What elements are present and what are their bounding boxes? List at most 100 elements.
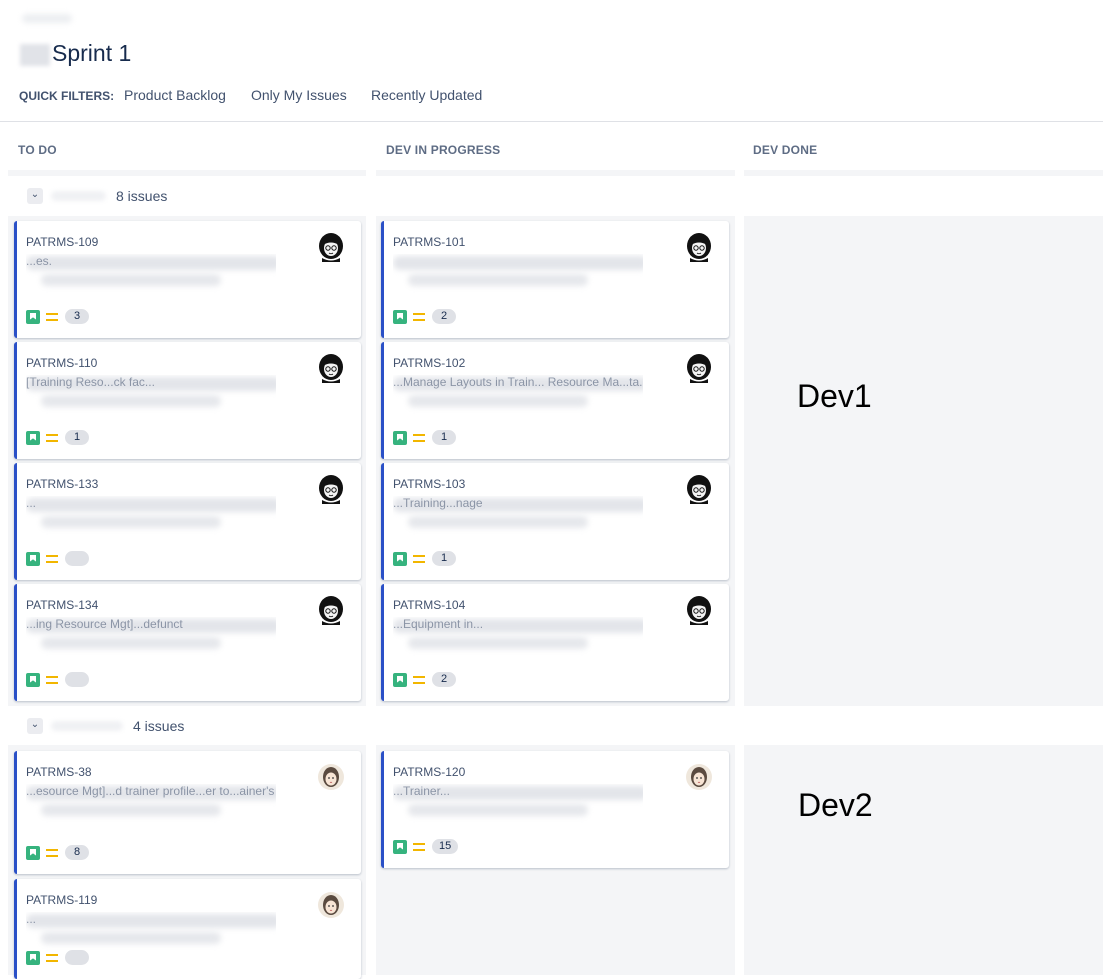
redacted-summary <box>41 932 221 944</box>
swimlane-header-1[interactable]: ⌄ 8 issues <box>27 188 167 204</box>
filter-only-my-issues[interactable]: Only My Issues <box>251 87 347 103</box>
issue-key[interactable]: PATRMS-38 <box>26 765 92 779</box>
dark-avatar-icon[interactable] <box>318 474 344 504</box>
priority-medium-icon <box>413 433 425 442</box>
redacted-summary <box>26 256 276 270</box>
redacted-summary <box>408 637 588 649</box>
redacted-summary <box>26 498 276 512</box>
issue-key[interactable]: PATRMS-120 <box>393 765 465 779</box>
issue-key[interactable]: PATRMS-133 <box>26 477 98 491</box>
issue-summary: ...Trainer... <box>393 784 643 829</box>
issue-key[interactable]: PATRMS-119 <box>26 893 97 907</box>
card-footer <box>26 950 89 965</box>
story-icon <box>393 551 407 566</box>
priority-medium-icon <box>413 554 425 563</box>
light-avatar-icon[interactable] <box>686 762 712 792</box>
card-footer <box>26 672 89 687</box>
header-divider <box>0 121 1103 122</box>
issue-key[interactable]: PATRMS-134 <box>26 598 98 612</box>
priority-medium-icon <box>46 848 58 857</box>
issue-summary: ...ing Resource Mgt]...defunct <box>26 617 276 662</box>
story-points-badge: 8 <box>65 845 89 860</box>
story-points-badge: 1 <box>432 430 456 445</box>
issue-key[interactable]: PATRMS-104 <box>393 598 465 612</box>
story-icon <box>393 309 407 324</box>
card-footer: 1 <box>393 430 456 445</box>
issue-key[interactable]: PATRMS-103 <box>393 477 465 491</box>
card-footer <box>26 551 89 566</box>
story-icon <box>393 672 407 687</box>
swimlane-issue-count: 8 issues <box>116 188 168 204</box>
chevron-down-icon[interactable]: ⌄ <box>27 718 43 734</box>
issue-card[interactable]: PATRMS-102 ...Manage Layouts in Train...… <box>381 342 729 459</box>
dark-avatar-icon[interactable] <box>318 353 344 383</box>
dark-avatar-icon[interactable] <box>686 595 712 625</box>
issue-card[interactable]: PATRMS-119 ... <box>14 879 361 979</box>
redacted-summary <box>408 516 588 528</box>
story-icon <box>393 430 407 445</box>
story-icon <box>26 309 40 324</box>
issue-card[interactable]: PATRMS-104 ...Equipment in... 2 <box>381 584 729 701</box>
story-icon <box>26 845 40 860</box>
priority-medium-icon <box>46 433 58 442</box>
redacted-summary <box>408 395 588 407</box>
story-points-badge: 2 <box>432 672 456 687</box>
light-avatar-icon[interactable] <box>318 890 344 920</box>
issue-key[interactable]: PATRMS-102 <box>393 356 465 370</box>
issue-card[interactable]: PATRMS-109 ...es. 3 <box>14 221 361 338</box>
story-points-badge: 2 <box>432 309 456 324</box>
priority-medium-icon <box>413 675 425 684</box>
story-points-badge <box>65 672 89 687</box>
swimlane-issue-count: 4 issues <box>133 718 185 734</box>
issue-key[interactable]: PATRMS-110 <box>26 356 97 370</box>
issue-card[interactable]: PATRMS-133 ... <box>14 463 361 580</box>
issue-summary: ...Equipment in... <box>393 617 643 662</box>
column-header-dev-done: DEV DONE <box>753 143 818 157</box>
redacted-summary <box>41 637 221 649</box>
redacted-summary <box>408 804 588 816</box>
card-footer: 1 <box>26 430 89 445</box>
dark-avatar-icon[interactable] <box>686 353 712 383</box>
issue-summary: ...esource Mgt]...d trainer profile...er… <box>26 784 276 829</box>
card-footer: 15 <box>393 839 459 854</box>
story-points-badge <box>65 551 89 566</box>
redacted-summary <box>41 395 221 407</box>
issue-card[interactable]: PATRMS-134 ...ing Resource Mgt]...defunc… <box>14 584 361 701</box>
column-header-dev-in-progress: DEV IN PROGRESS <box>386 143 501 157</box>
redacted-summary <box>26 914 276 928</box>
chevron-down-icon[interactable]: ⌄ <box>27 188 43 204</box>
card-footer: 3 <box>26 309 89 324</box>
priority-medium-icon <box>46 554 58 563</box>
redacted-lane-name <box>51 721 123 731</box>
redacted-summary <box>41 516 221 528</box>
story-points-badge: 1 <box>432 551 456 566</box>
dark-avatar-icon[interactable] <box>686 474 712 504</box>
light-avatar-icon[interactable] <box>318 762 344 792</box>
issue-card[interactable]: PATRMS-110 [Training Reso...ck fac... 1 <box>14 342 361 459</box>
issue-summary: ...Training...nage <box>393 496 643 541</box>
issue-summary: ...Manage Layouts in Train... Resource M… <box>393 375 643 420</box>
issue-key[interactable]: PATRMS-109 <box>26 235 98 249</box>
issue-card[interactable]: PATRMS-120 ...Trainer... 15 <box>381 751 729 868</box>
issue-key[interactable]: PATRMS-101 <box>393 235 465 249</box>
swimlane-annotation: Dev1 <box>797 378 872 414</box>
story-icon <box>393 839 407 854</box>
story-points-badge <box>65 950 89 965</box>
dark-avatar-icon[interactable] <box>318 232 344 262</box>
redacted-lane-name <box>51 191 106 201</box>
column-body-dev-done <box>744 745 1103 975</box>
issue-summary: ...es. <box>26 254 276 299</box>
dark-avatar-icon[interactable] <box>686 232 712 262</box>
priority-medium-icon <box>46 675 58 684</box>
issue-card[interactable]: PATRMS-101 2 <box>381 221 729 338</box>
priority-medium-icon <box>46 953 58 962</box>
swimlane-header-2[interactable]: ⌄ 4 issues <box>27 718 184 734</box>
issue-card[interactable]: PATRMS-38 ...esource Mgt]...d trainer pr… <box>14 751 361 874</box>
dark-avatar-icon[interactable] <box>318 595 344 625</box>
filter-recently-updated[interactable]: Recently Updated <box>371 87 482 103</box>
issue-card[interactable]: PATRMS-103 ...Training...nage 1 <box>381 463 729 580</box>
redacted-summary <box>408 274 588 286</box>
card-footer: 2 <box>393 309 456 324</box>
priority-medium-icon <box>413 312 425 321</box>
filter-product-backlog[interactable]: Product Backlog <box>124 87 226 103</box>
